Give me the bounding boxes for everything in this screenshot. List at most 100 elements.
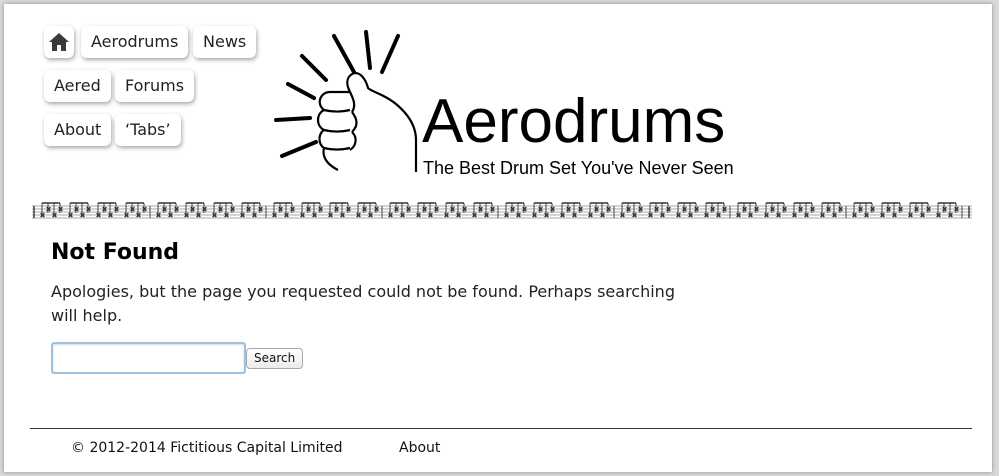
footer-about-link[interactable]: About (399, 440, 440, 456)
svg-text:×: × (96, 212, 101, 219)
svg-text:×: × (306, 206, 311, 213)
svg-text:×: × (688, 212, 693, 219)
page-title: Not Found (51, 240, 180, 265)
thumbs-up-icon (316, 72, 418, 172)
svg-text:×: × (560, 212, 565, 219)
svg-text:×: × (770, 206, 775, 213)
svg-text:×: × (742, 206, 747, 213)
svg-text:×: × (490, 206, 495, 213)
svg-text:×: × (258, 206, 263, 213)
svg-text:×: × (588, 212, 593, 219)
svg-text:×: × (660, 212, 665, 219)
footer-copyright: © 2012-2014 Fictitious Capital Limited (71, 440, 343, 456)
svg-text:×: × (948, 212, 953, 219)
svg-text:×: × (820, 212, 825, 219)
svg-text:×: × (510, 206, 515, 213)
svg-text:×: × (340, 212, 345, 219)
svg-text:×: × (566, 206, 571, 213)
svg-text:×: × (108, 212, 113, 219)
svg-text:×: × (810, 206, 815, 213)
svg-text:×: × (858, 206, 863, 213)
svg-text:×: × (136, 212, 141, 219)
search-input[interactable] (51, 342, 246, 374)
svg-text:×: × (312, 212, 317, 219)
svg-text:×: × (638, 206, 643, 213)
svg-text:×: × (792, 212, 797, 219)
svg-text:×: × (516, 212, 521, 219)
svg-text:×: × (572, 212, 577, 219)
svg-text:×: × (334, 206, 339, 213)
svg-text:×: × (710, 206, 715, 213)
svg-text:×: × (374, 206, 379, 213)
svg-text:×: × (544, 212, 549, 219)
nav-aered[interactable]: Aered (44, 70, 111, 102)
aerodrums-logo[interactable]: Aerodrums The Best Drum Set You've Never… (266, 30, 766, 180)
page-container: Aerodrums News Aered Forums About ‘Tabs’… (4, 4, 992, 472)
logo-tagline: The Best Drum Set You've Never Seen (423, 158, 734, 178)
svg-text:×: × (870, 206, 875, 213)
svg-text:×: × (346, 206, 351, 213)
svg-text:×: × (278, 206, 283, 213)
svg-text:×: × (124, 212, 129, 219)
svg-text:×: × (114, 206, 119, 213)
nav-tabs[interactable]: ‘Tabs’ (115, 114, 181, 146)
svg-text:×: × (422, 206, 427, 213)
svg-text:×: × (428, 212, 433, 219)
svg-text:×: × (102, 206, 107, 213)
svg-text:×: × (776, 212, 781, 219)
svg-text:×: × (676, 212, 681, 219)
svg-text:×: × (290, 206, 295, 213)
svg-text:×: × (472, 212, 477, 219)
svg-text:×: × (416, 212, 421, 219)
svg-text:×: × (224, 212, 229, 219)
svg-text:×: × (936, 212, 941, 219)
svg-text:×: × (230, 206, 235, 213)
svg-text:×: × (142, 206, 147, 213)
nav-aerodrums[interactable]: Aerodrums (81, 26, 189, 58)
svg-text:×: × (202, 206, 207, 213)
svg-text:×: × (434, 206, 439, 213)
svg-text:×: × (184, 212, 189, 219)
svg-text:×: × (58, 206, 63, 213)
svg-text:×: × (920, 212, 925, 219)
svg-text:×: × (748, 212, 753, 219)
svg-text:×: × (130, 206, 135, 213)
svg-text:×: × (504, 212, 509, 219)
svg-text:×: × (240, 212, 245, 219)
nav-news[interactable]: News (193, 26, 257, 58)
svg-text:×: × (362, 206, 367, 213)
nav-about[interactable]: About (44, 114, 112, 146)
svg-text:×: × (444, 212, 449, 219)
svg-text:×: × (368, 212, 373, 219)
svg-text:×: × (626, 206, 631, 213)
nav-forums[interactable]: Forums (115, 70, 195, 102)
svg-text:×: × (246, 206, 251, 213)
svg-text:×: × (782, 206, 787, 213)
svg-text:×: × (648, 212, 653, 219)
svg-text:×: × (46, 206, 51, 213)
svg-text:×: × (328, 212, 333, 219)
svg-text:×: × (682, 206, 687, 213)
svg-text:×: × (804, 212, 809, 219)
svg-text:×: × (716, 212, 721, 219)
svg-text:×: × (406, 206, 411, 213)
svg-text:×: × (722, 206, 727, 213)
svg-text:×: × (954, 206, 959, 213)
footer-divider (30, 428, 972, 429)
svg-text:×: × (300, 212, 305, 219)
svg-text:×: × (764, 212, 769, 219)
svg-text:×: × (162, 206, 167, 213)
svg-text:×: × (484, 212, 489, 219)
svg-text:×: × (864, 212, 869, 219)
svg-text:×: × (898, 206, 903, 213)
svg-text:×: × (606, 206, 611, 213)
search-button[interactable]: Search (246, 348, 304, 369)
svg-text:×: × (754, 206, 759, 213)
svg-text:×: × (798, 206, 803, 213)
home-button[interactable] (44, 26, 74, 58)
svg-text:×: × (654, 206, 659, 213)
svg-text:×: × (620, 212, 625, 219)
svg-text:×: × (550, 206, 555, 213)
svg-text:×: × (284, 212, 289, 219)
svg-text:×: × (86, 206, 91, 213)
